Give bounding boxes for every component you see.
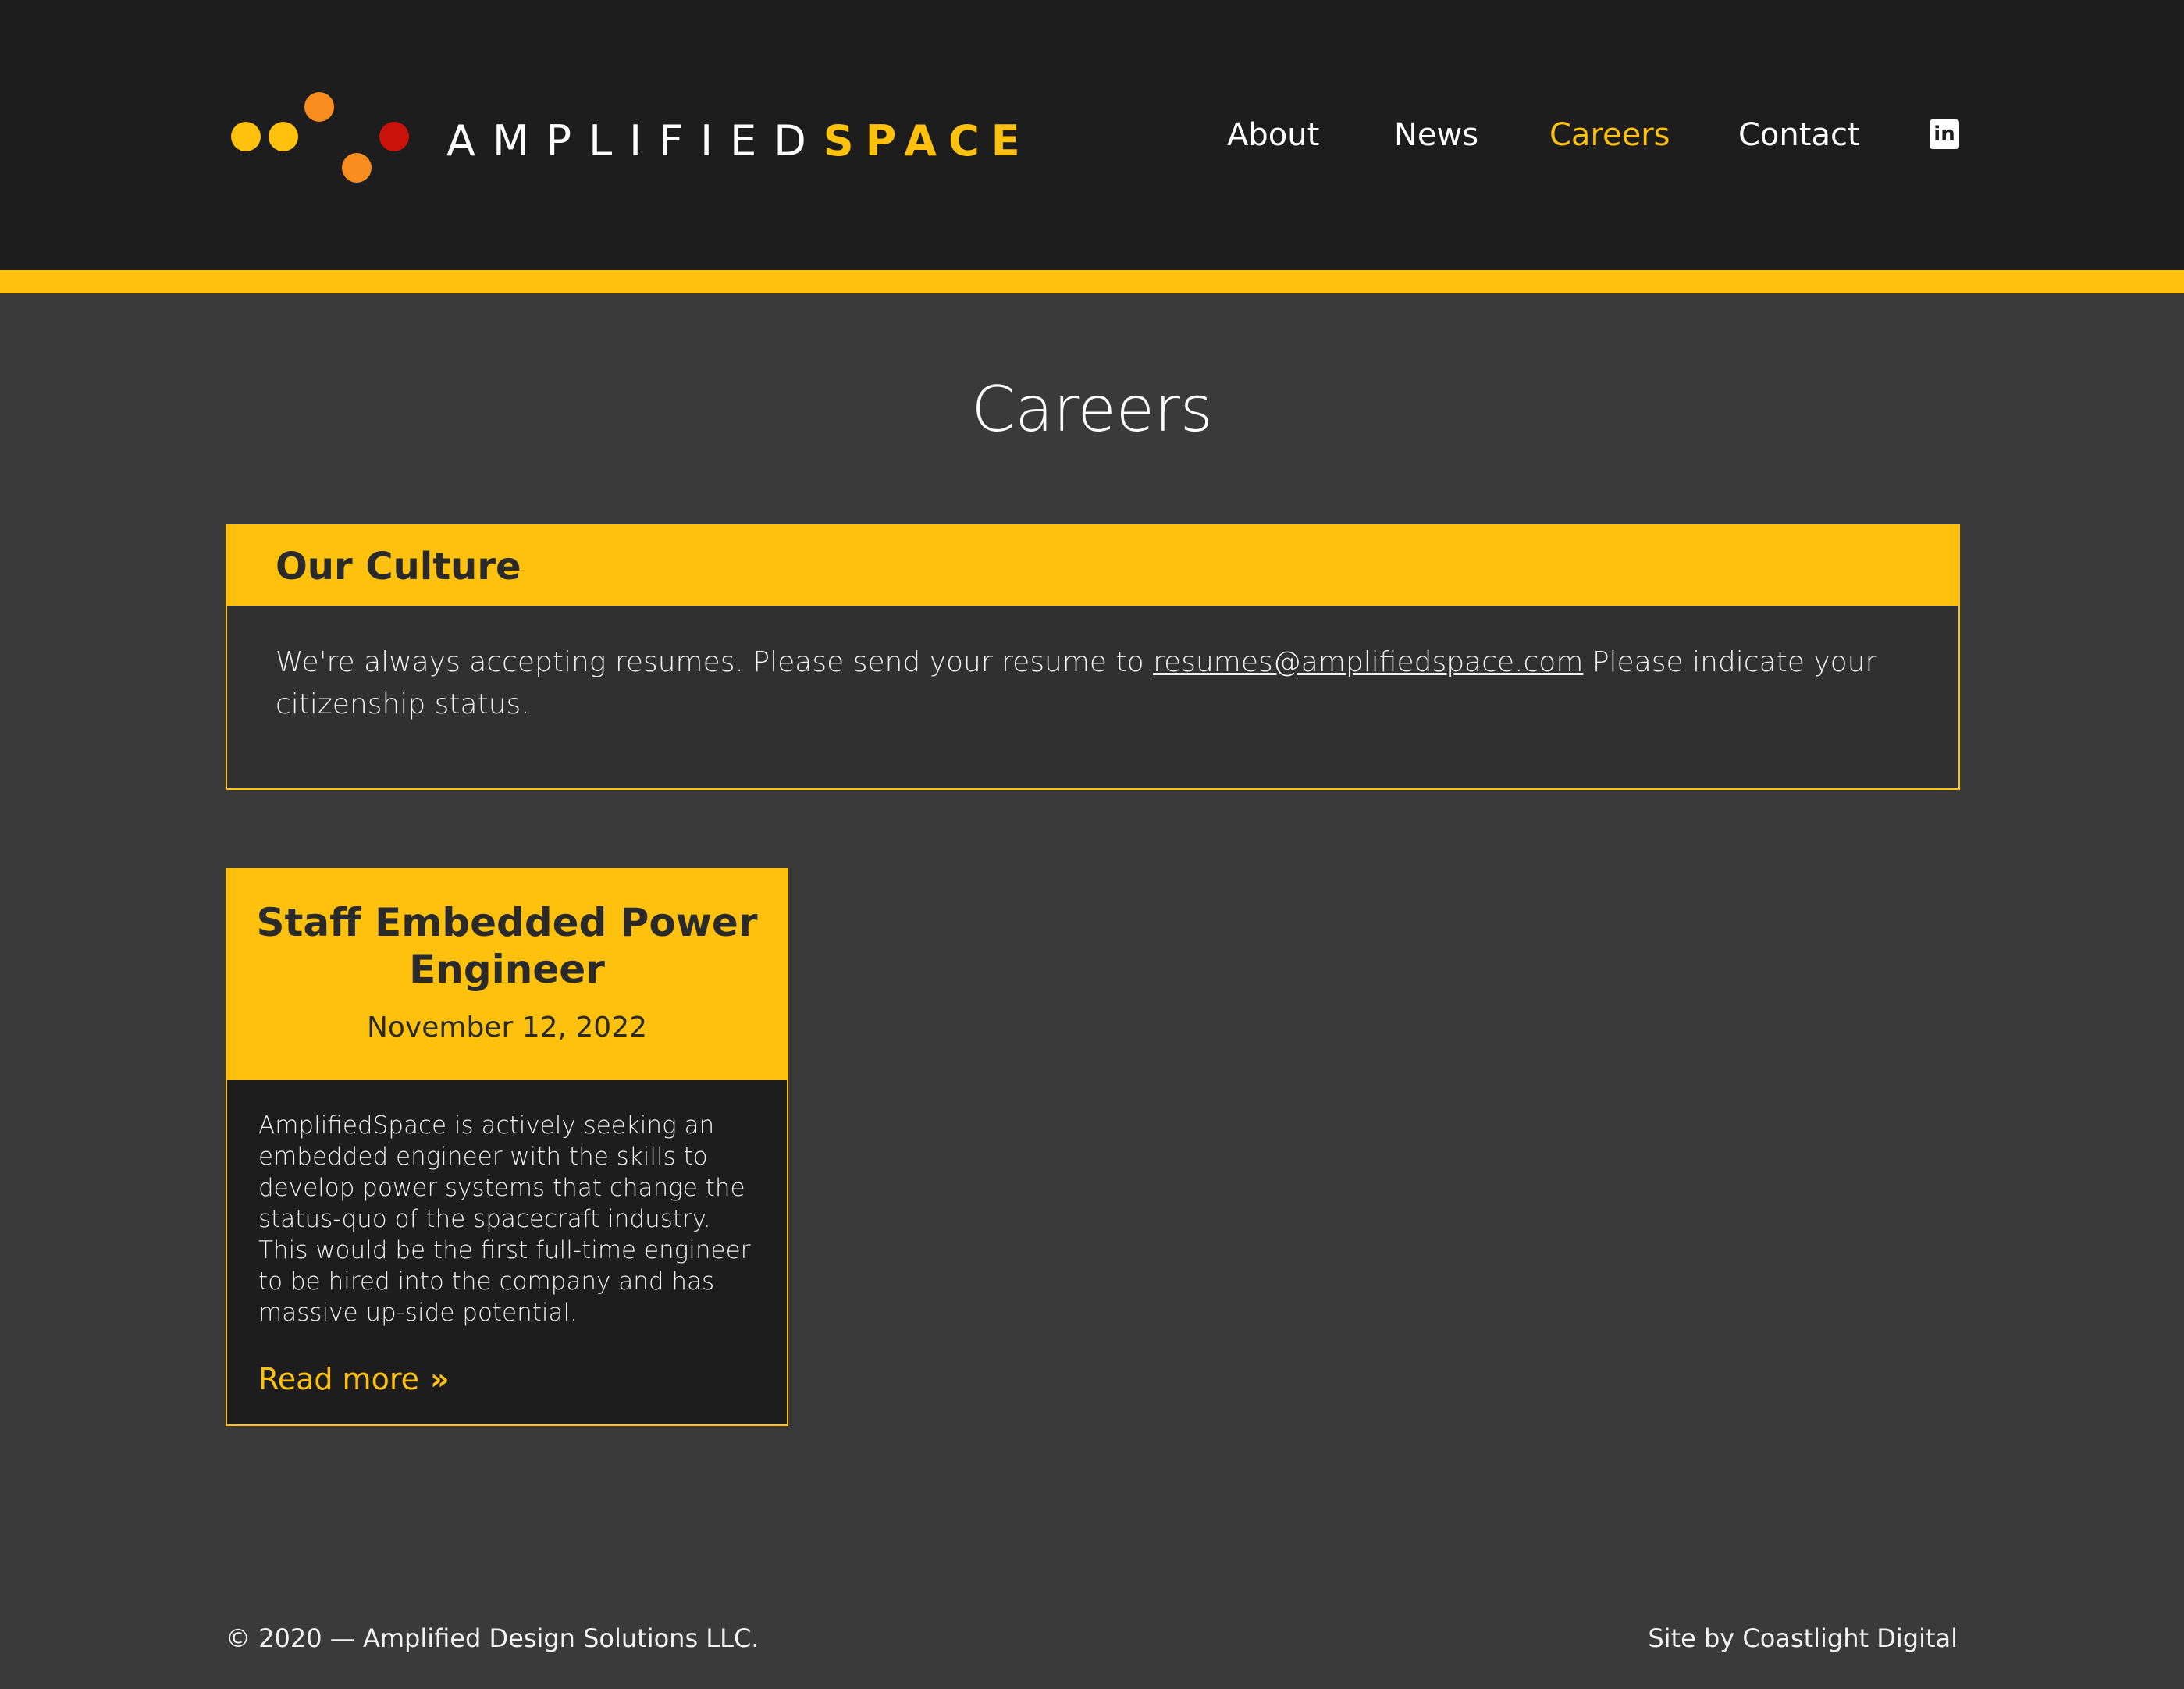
culture-title: Our Culture (276, 545, 521, 588)
page-title: Careers (971, 373, 1213, 446)
job-description: AmplifiedSpace is actively seeking an em… (258, 1111, 751, 1327)
culture-text: We're always accepting resumes. Please s… (276, 642, 1915, 726)
site-header: AMPLIFIEDSPACE About News Careers Contac… (0, 0, 2184, 270)
job-title[interactable]: Staff Embedded Power Engineer (243, 899, 771, 993)
main-nav: About News Careers Contact (0, 112, 2184, 158)
nav-careers[interactable]: Careers (1549, 112, 1670, 158)
linkedin-icon[interactable]: in (1930, 119, 1959, 149)
footer-copyright: © 2020 — Amplified Design Solutions LLC. (226, 1623, 759, 1653)
culture-header: Our Culture (227, 526, 1958, 606)
read-more-label: Read more (258, 1362, 419, 1396)
nav-contact[interactable]: Contact (1738, 112, 1860, 158)
resume-email-link[interactable]: resumes@amplifiedspace.com (1153, 646, 1583, 678)
nav-news[interactable]: News (1394, 112, 1478, 158)
job-date: November 12, 2022 (366, 1012, 648, 1044)
footer-credit-link[interactable]: Site by Coastlight Digital (1648, 1620, 1958, 1657)
job-card: Staff Embedded Power Engineer November 1… (226, 868, 788, 1426)
job-card-header: Staff Embedded Power Engineer November 1… (227, 869, 787, 1080)
header-accent-stripe (0, 270, 2184, 293)
culture-text-before: We're always accepting resumes. Please s… (276, 646, 1154, 678)
nav-about[interactable]: About (1227, 112, 1319, 158)
culture-box: Our Culture We're always accepting resum… (226, 524, 1960, 790)
read-more-link[interactable]: Read more » (258, 1360, 450, 1399)
double-chevron-right-icon: » (430, 1362, 450, 1396)
